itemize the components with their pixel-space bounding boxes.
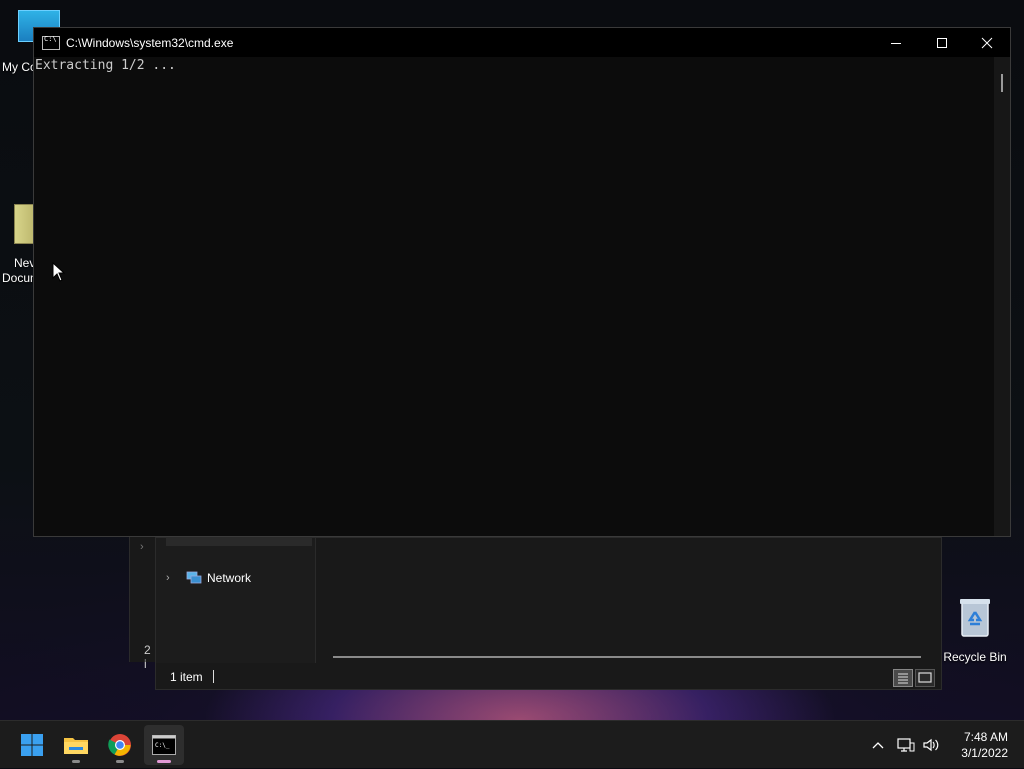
maximize-button[interactable] [919, 28, 965, 57]
maximize-icon [937, 37, 947, 48]
speaker-icon [923, 738, 939, 752]
cmd-titlebar[interactable]: C:\Windows\system32\cmd.exe [34, 28, 1010, 57]
volume-button[interactable] [919, 721, 943, 769]
taskbar-command-prompt[interactable]: C:\_ [144, 725, 184, 765]
vertical-scrollbar[interactable] [994, 57, 1010, 536]
network-status-button[interactable] [894, 721, 918, 769]
taskbar: C:\_ 7:48 AM 3/1/2022 [0, 720, 1024, 768]
status-divider [213, 670, 214, 683]
desktop-icon-recycle-bin[interactable]: Recycle Bin [940, 596, 1010, 665]
taskbar-chrome[interactable] [100, 725, 140, 765]
console-output[interactable]: Extracting 1/2 ... [34, 57, 994, 536]
chevron-right-icon[interactable]: › [166, 572, 180, 584]
start-button[interactable] [12, 725, 52, 765]
item-count: 1 item [170, 670, 203, 684]
scrollbar-thumb[interactable] [1001, 74, 1003, 92]
status-bar: 1 item [156, 665, 941, 689]
network-icon [897, 738, 915, 752]
running-indicator [116, 760, 124, 763]
navigation-pane: › Network [156, 532, 316, 663]
background-window-edge: › 2 i [129, 537, 156, 671]
clock-time: 7:48 AM [963, 730, 1008, 744]
horizontal-scrollbar[interactable] [333, 656, 921, 658]
show-hidden-icons-button[interactable] [866, 721, 890, 769]
running-indicator [72, 760, 80, 763]
nav-item-label: Network [207, 571, 252, 585]
windows-start-icon [21, 734, 43, 756]
active-indicator [157, 760, 171, 763]
taskbar-file-explorer[interactable] [56, 725, 96, 765]
details-view-icon [898, 673, 908, 684]
recycle-bin-icon [958, 596, 992, 638]
file-explorer-window: › Network 1 item [155, 532, 942, 690]
details-view-button[interactable] [893, 669, 913, 687]
cmd-icon [42, 35, 60, 50]
clock-date: 3/1/2022 [961, 746, 1008, 760]
large-icons-view-button[interactable] [915, 669, 935, 687]
network-icon [186, 571, 202, 585]
preview-view-icon [918, 672, 932, 683]
chevron-up-icon [872, 742, 884, 749]
mouse-cursor-icon [52, 262, 66, 282]
window-title: C:\Windows\system32\cmd.exe [66, 35, 234, 50]
cmd-window: C:\Windows\system32\cmd.exe Extracting 1… [33, 27, 1011, 537]
desktop-icon-label: Recycle Bin [943, 650, 1007, 664]
chrome-icon [108, 734, 131, 756]
svg-text:C:\_: C:\_ [155, 742, 170, 749]
cmd-icon: C:\_ [152, 735, 176, 755]
folder-icon [64, 738, 88, 754]
minimize-button[interactable] [873, 28, 919, 57]
close-button[interactable] [964, 28, 1010, 57]
nav-item-network[interactable]: › Network [166, 567, 251, 589]
close-icon [981, 37, 993, 48]
clock-button[interactable]: 7:48 AM 3/1/2022 [961, 729, 1008, 761]
minimize-icon [891, 42, 901, 44]
chevron-right-icon: › [140, 541, 144, 553]
